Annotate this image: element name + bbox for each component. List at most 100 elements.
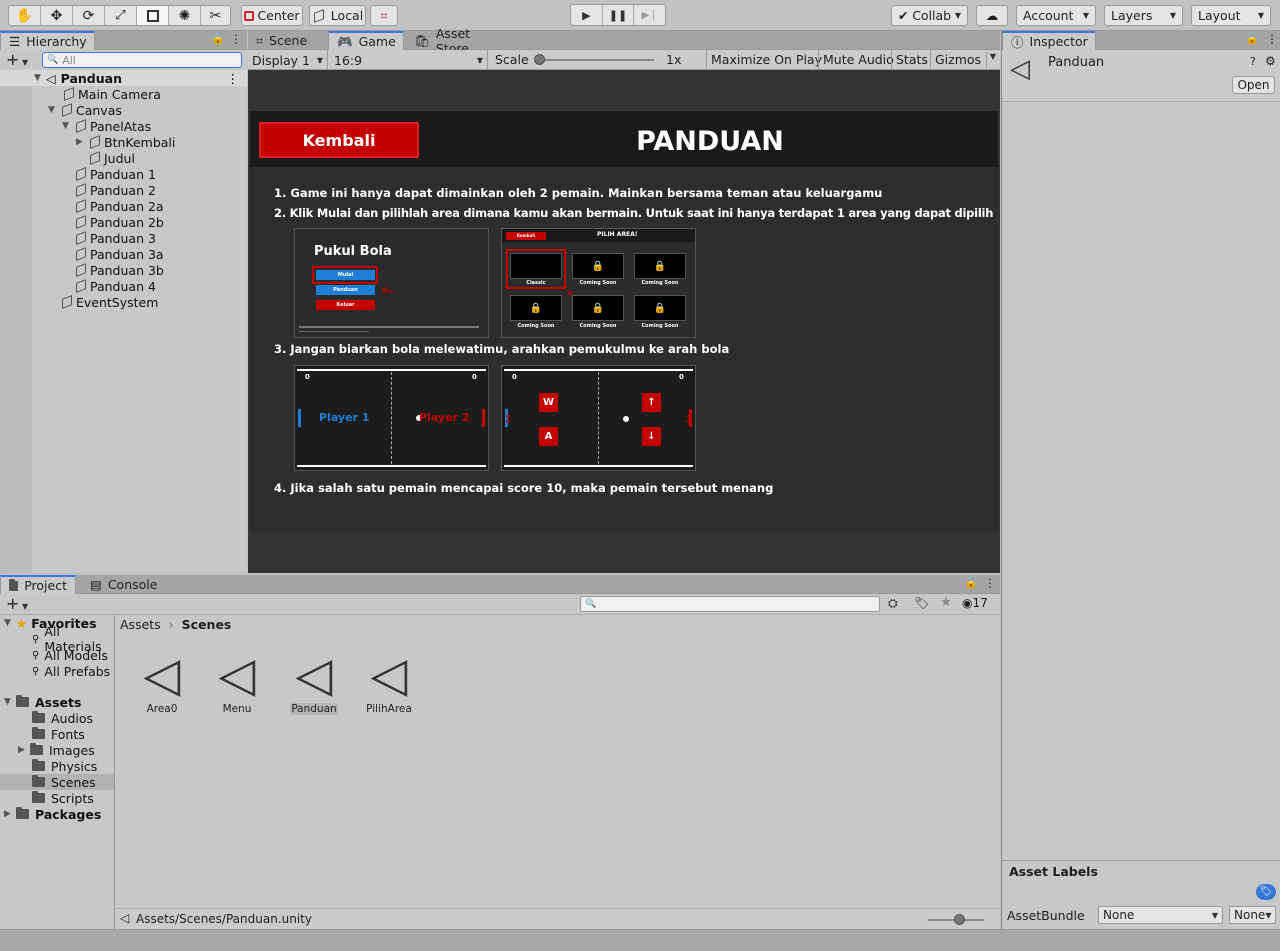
create-button[interactable]: + ▼ [6, 50, 28, 69]
hierarchy-item[interactable]: Panduan 3 [0, 230, 247, 246]
maximize-toggle[interactable]: Maximize On Play [706, 50, 826, 70]
more-icon[interactable]: ⋮ [230, 32, 242, 46]
scale-tool-button[interactable]: ⤢ [105, 6, 137, 25]
hierarchy-item[interactable]: ▼ PanelAtas [0, 118, 247, 134]
folder-item[interactable]: Audios [0, 710, 114, 726]
hierarchy-search[interactable]: 🔍 All [42, 52, 242, 68]
rect-tool-button[interactable] [137, 6, 169, 25]
key-up: ↑ [642, 393, 661, 412]
hierarchy-item[interactable]: Panduan 4 [0, 278, 247, 294]
scale-slider-thumb[interactable] [534, 54, 545, 65]
folder-icon [30, 743, 43, 755]
scene-row[interactable]: ▼ ◁ Panduan ⋮ [0, 70, 247, 86]
hidden-packages-toggle[interactable]: ◉17 [962, 596, 988, 610]
hierarchy-item[interactable]: Panduan 2a [0, 198, 247, 214]
cloud-button[interactable]: ☁ [976, 5, 1008, 26]
transform-tool-button[interactable]: ✺ [169, 6, 201, 25]
inspector-lock-icon[interactable]: 🔒 [1245, 32, 1259, 45]
breadcrumb-current[interactable]: Scenes [182, 617, 232, 632]
favorite-star-icon[interactable]: ★ [940, 595, 952, 610]
folder-icon [16, 807, 29, 819]
scene-menu-icon[interactable]: ⋮ [227, 71, 240, 86]
gizmos-dropdown[interactable]: Gizmos ▼ [930, 50, 1000, 70]
tab-hierarchy[interactable]: ☰ Hierarchy [0, 31, 95, 50]
hierarchy-item[interactable]: Panduan 1 [0, 166, 247, 182]
hierarchy-item[interactable]: Main Camera [0, 86, 247, 102]
step-button[interactable]: ▶❘ [634, 5, 665, 25]
label-tag-icon[interactable]: 🏷 [1256, 884, 1276, 900]
asset-item[interactable]: ◁ Menu [199, 649, 275, 719]
collab-dropdown[interactable]: ✔ Collab ▼ [891, 5, 968, 26]
asset-item-selected[interactable]: ◁ Panduan [276, 649, 352, 719]
folder-item[interactable]: Physics [0, 758, 114, 774]
tab-asset-store[interactable]: 🛍 Asset Store [406, 26, 506, 56]
help-icon[interactable]: ? [1250, 55, 1256, 68]
layers-dropdown[interactable]: Layers ▼ [1104, 5, 1183, 26]
lock-icon[interactable]: 🔒 [211, 32, 225, 45]
hierarchy-item[interactable]: Judul [0, 150, 247, 166]
filter-label-icon[interactable]: 🏷 [914, 596, 929, 610]
hierarchy-item[interactable]: Panduan 3a [0, 246, 247, 262]
tab-console[interactable]: ▤ Console [82, 575, 162, 594]
scale-slider[interactable] [534, 54, 654, 65]
folder-label: Audios [51, 710, 94, 726]
assetbundle-label: AssetBundle [1007, 908, 1085, 923]
favorite-item[interactable]: ⚲ All Prefabs [0, 663, 114, 679]
favorite-item[interactable]: ⚲ All Materials [0, 624, 114, 654]
custom-tool-button[interactable]: ✂ [201, 6, 230, 25]
project-create-button[interactable]: + ▼ [6, 594, 28, 613]
folder-item[interactable]: Scripts [0, 790, 114, 806]
folder-label: Scenes [51, 774, 96, 790]
folder-item[interactable]: Fonts [0, 726, 114, 742]
hand-tool-button[interactable]: ✋ [9, 6, 41, 25]
display-dropdown[interactable]: Display 1 ▼ [248, 50, 328, 70]
icon-size-slider[interactable] [928, 914, 984, 925]
open-button[interactable]: Open [1232, 76, 1275, 94]
grid-snap-button[interactable]: ⌗ [370, 5, 398, 26]
assets-row[interactable]: ▼ Assets [0, 694, 114, 710]
project-search[interactable]: 🔍 [580, 596, 880, 612]
hierarchy-item[interactable]: EventSystem [0, 294, 247, 310]
asset-path: Assets/Scenes/Panduan.unity [136, 912, 312, 926]
gameobject-icon [60, 296, 72, 308]
tab-project[interactable]: Project [0, 575, 76, 594]
settings-icon[interactable]: ⚙ [1265, 54, 1276, 68]
asset-item[interactable]: ◁ PilihArea [351, 649, 427, 719]
area-locked-2-label: Coming Soon [641, 280, 679, 286]
hierarchy-item[interactable]: Panduan 2b [0, 214, 247, 230]
move-tool-button[interactable]: ✥ [41, 6, 73, 25]
pivot-local-button[interactable]: Local [309, 5, 366, 26]
layout-dropdown[interactable]: Layout ▼ [1191, 5, 1271, 26]
folder-item-selected[interactable]: Scenes [0, 774, 114, 790]
play-button[interactable]: ▶ [571, 5, 603, 25]
aspect-dropdown[interactable]: 16:9 ▼ [330, 50, 488, 70]
area-locked-2: 🔒 [634, 253, 686, 279]
assetbundle-dropdown[interactable]: None ▼ [1098, 906, 1223, 924]
hierarchy-item[interactable]: Panduan 2 [0, 182, 247, 198]
packages-row[interactable]: ▶ Packages [0, 806, 114, 822]
project-lock-icon[interactable]: 🔒 [964, 576, 978, 589]
stats-toggle[interactable]: Stats [891, 50, 932, 70]
mute-toggle[interactable]: Mute Audio [818, 50, 898, 70]
hierarchy-item[interactable]: ▼ Canvas [0, 102, 247, 118]
project-more-icon[interactable]: ⋮ [984, 576, 996, 590]
tab-inspector[interactable]: ⓘ Inspector [1002, 31, 1096, 50]
folder-item[interactable]: ▶ Images [0, 742, 114, 758]
tab-game[interactable]: 🎮 Game [328, 31, 404, 50]
inspector-more-icon[interactable]: ⋮ [1266, 32, 1278, 46]
search-placeholder: All [62, 53, 76, 67]
tab-scene[interactable]: ⌗ Scene [248, 31, 326, 50]
account-dropdown[interactable]: Account ▼ [1016, 5, 1096, 26]
icon-size-thumb[interactable] [954, 914, 965, 925]
rotate-tool-button[interactable]: ⟳ [73, 6, 105, 25]
filter-type-icon[interactable]: ⛭ [888, 596, 898, 611]
asset-item[interactable]: ◁ Area0 [124, 649, 200, 719]
favorite-item[interactable]: ⚲ All Models [0, 647, 114, 663]
breadcrumb-root[interactable]: Assets [120, 617, 161, 632]
hierarchy-item[interactable]: ▶ BtnKembali [0, 134, 247, 150]
pause-button[interactable]: ❚❚ [603, 5, 635, 25]
pivot-center-button[interactable]: Center [241, 5, 303, 26]
variant-dropdown[interactable]: None ▼ [1229, 906, 1276, 924]
hierarchy-item[interactable]: Panduan 3b [0, 262, 247, 278]
back-button[interactable]: Kembali [259, 122, 419, 158]
